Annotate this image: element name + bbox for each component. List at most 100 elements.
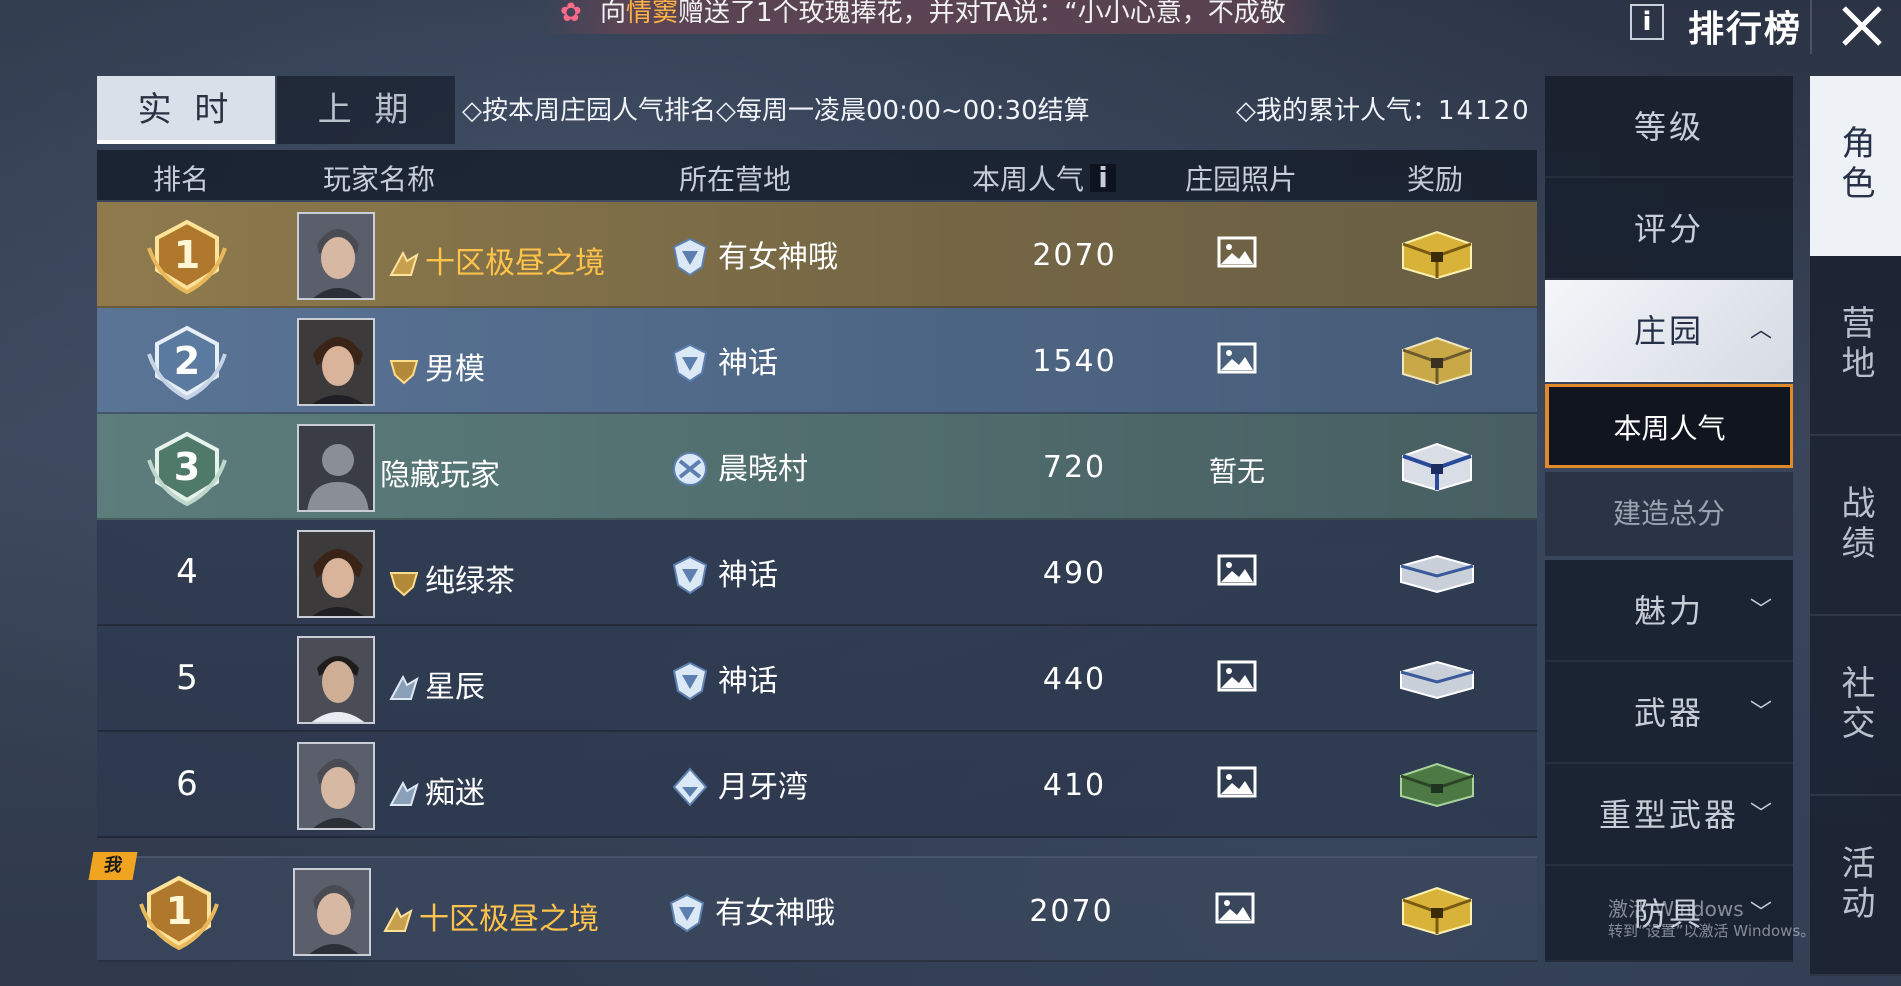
- side-tab-label: 活动: [1835, 845, 1875, 925]
- category-level[interactable]: 等级: [1545, 76, 1793, 178]
- table-row[interactable]: 5 星辰 神话 440: [97, 626, 1537, 732]
- camp-name-text: 神话: [718, 346, 778, 381]
- hidden-player-icon: [299, 426, 373, 510]
- header-photo: 庄园照片: [1185, 163, 1298, 196]
- rose-icon: ✿: [560, 0, 582, 28]
- camp-name[interactable]: 神话: [672, 656, 778, 701]
- subcategory-weekly-popularity[interactable]: 本周人气: [1545, 384, 1793, 468]
- ticker-message: 赠送了1个玫瑰捧花，并对TA说：“小小心意，不成敬: [678, 0, 1286, 28]
- category-heavy-weapon[interactable]: 重型武器 ﹀: [1545, 764, 1793, 866]
- header-popularity: 本周人气 i: [972, 158, 1117, 198]
- player-name-text: 星辰: [425, 670, 485, 705]
- player-name[interactable]: 十区极昼之境: [387, 238, 605, 282]
- popularity-info-button[interactable]: i: [1090, 164, 1117, 192]
- ranking-rules: ◇按本周庄园人气排名◇每周一凌晨00:00~00:30结算: [462, 96, 1090, 126]
- camp-name[interactable]: 月牙湾: [672, 762, 808, 807]
- photo-icon[interactable]: [1217, 342, 1257, 374]
- photo-icon[interactable]: [1217, 554, 1257, 586]
- popularity-value: 2070: [1032, 238, 1117, 273]
- table-row[interactable]: 2 男模 神话 1540: [97, 308, 1537, 414]
- side-tab-event[interactable]: 活动: [1810, 796, 1901, 976]
- tab-live[interactable]: 实 时: [97, 76, 275, 144]
- my-rank-row[interactable]: 我 1 十区极昼之境 有女神哦 2070: [88, 852, 1537, 962]
- category-charm-label: 魅力: [1633, 592, 1704, 630]
- header-reward: 奖励: [1407, 163, 1464, 196]
- photo-icon[interactable]: [1215, 892, 1255, 924]
- info-button[interactable]: i: [1630, 4, 1664, 40]
- avatar[interactable]: [297, 742, 375, 830]
- tab-previous[interactable]: 上 期: [277, 76, 455, 144]
- title-badge-icon: [389, 250, 419, 276]
- silver-chest-icon[interactable]: [1397, 546, 1477, 598]
- table-row[interactable]: 6 痴迷 月牙湾 410: [97, 732, 1537, 838]
- avatar[interactable]: [297, 636, 375, 724]
- table-header: 排名 玩家名称 所在营地 本周人气 i 庄园照片 奖励: [97, 150, 1537, 200]
- photo-icon[interactable]: [1217, 660, 1257, 692]
- popularity-value: 1540: [1032, 344, 1117, 379]
- camp-name-text: 有女神哦: [718, 240, 838, 275]
- avatar[interactable]: [297, 530, 375, 618]
- close-button[interactable]: [1810, 0, 1900, 54]
- silver-chest-icon[interactable]: [1397, 652, 1477, 704]
- my-total-value: 14120: [1438, 96, 1531, 126]
- photo-icon[interactable]: [1217, 236, 1257, 268]
- player-name[interactable]: 男模: [387, 344, 485, 388]
- me-tag: 我: [88, 852, 138, 880]
- category-charm[interactable]: 魅力 ﹀: [1545, 560, 1793, 662]
- camp-name[interactable]: 有女神哦: [669, 888, 835, 933]
- activation-watermark: 激活 Windows 转到“设置”以激活 Windows。: [1608, 898, 1815, 942]
- category-score[interactable]: 评分: [1545, 178, 1793, 280]
- popularity-value: 410: [1042, 768, 1107, 803]
- side-tab-character[interactable]: 角色: [1810, 76, 1901, 256]
- camp-name[interactable]: 神话: [672, 338, 778, 383]
- popularity-value: 2070: [1029, 894, 1114, 929]
- player-name[interactable]: 星辰: [387, 662, 485, 706]
- camp-name[interactable]: 有女神哦: [672, 232, 838, 277]
- header-player: 玩家名称: [323, 163, 436, 196]
- category-weapon-label: 武器: [1633, 694, 1704, 732]
- camp-emblem-icon: [672, 237, 708, 277]
- camp-name-text: 神话: [718, 558, 778, 593]
- camp-name-text: 晨晓村: [718, 452, 808, 487]
- category-manor[interactable]: 庄园 ︿: [1545, 280, 1793, 382]
- player-name[interactable]: 痴迷: [387, 768, 485, 812]
- subcategory-build-score[interactable]: 建造总分: [1545, 472, 1793, 556]
- avatar[interactable]: [293, 868, 371, 956]
- gold-chest-icon[interactable]: [1397, 884, 1477, 936]
- green-chest-icon[interactable]: [1397, 758, 1477, 810]
- category-manor-label: 庄园: [1633, 312, 1704, 350]
- side-tab-social[interactable]: 社交: [1810, 616, 1901, 796]
- side-tab-label: 战绩: [1835, 485, 1875, 565]
- my-total-label: ◇我的累计人气：: [1236, 96, 1438, 126]
- side-tab-camp[interactable]: 营地: [1810, 256, 1901, 436]
- player-name[interactable]: 十区极昼之境: [381, 894, 599, 938]
- watermark-line1: 激活 Windows: [1608, 897, 1744, 921]
- category-weapon[interactable]: 武器 ﹀: [1545, 662, 1793, 764]
- gold-chest-icon[interactable]: [1397, 228, 1477, 280]
- header-popularity-label: 本周人气: [972, 163, 1085, 196]
- rank-1-medal-icon: 1: [147, 219, 227, 294]
- blue-chest-icon[interactable]: [1397, 440, 1477, 492]
- avatar[interactable]: [297, 424, 375, 512]
- title-badge-icon: [389, 572, 419, 597]
- avatar[interactable]: [297, 212, 375, 300]
- popularity-value: 720: [1042, 450, 1107, 485]
- photo-icon[interactable]: [1217, 766, 1257, 798]
- header-camp: 所在营地: [679, 163, 792, 196]
- rank-3-medal-icon: 3: [147, 431, 227, 506]
- table-row[interactable]: 1 十区极昼之境 有女神哦 2070: [97, 202, 1537, 308]
- gold-chest-icon[interactable]: [1397, 334, 1477, 386]
- avatar[interactable]: [297, 318, 375, 406]
- player-name[interactable]: 纯绿茶: [387, 556, 515, 600]
- player-name[interactable]: 隐藏玩家: [380, 450, 500, 494]
- side-tab-record[interactable]: 战绩: [1810, 436, 1901, 616]
- table-row[interactable]: 3 隐藏玩家 晨晓村 720 暂无: [97, 414, 1537, 520]
- camp-name[interactable]: 晨晓村: [672, 444, 808, 489]
- player-name-text: 十区极昼之境: [419, 902, 599, 937]
- camp-name[interactable]: 神话: [672, 550, 778, 595]
- title-badge-icon: [383, 906, 413, 932]
- rank-number: 6: [176, 764, 198, 804]
- table-row[interactable]: 4 纯绿茶 神话 490: [97, 520, 1537, 626]
- svg-text:1: 1: [174, 233, 200, 277]
- close-icon: [1842, 6, 1882, 46]
